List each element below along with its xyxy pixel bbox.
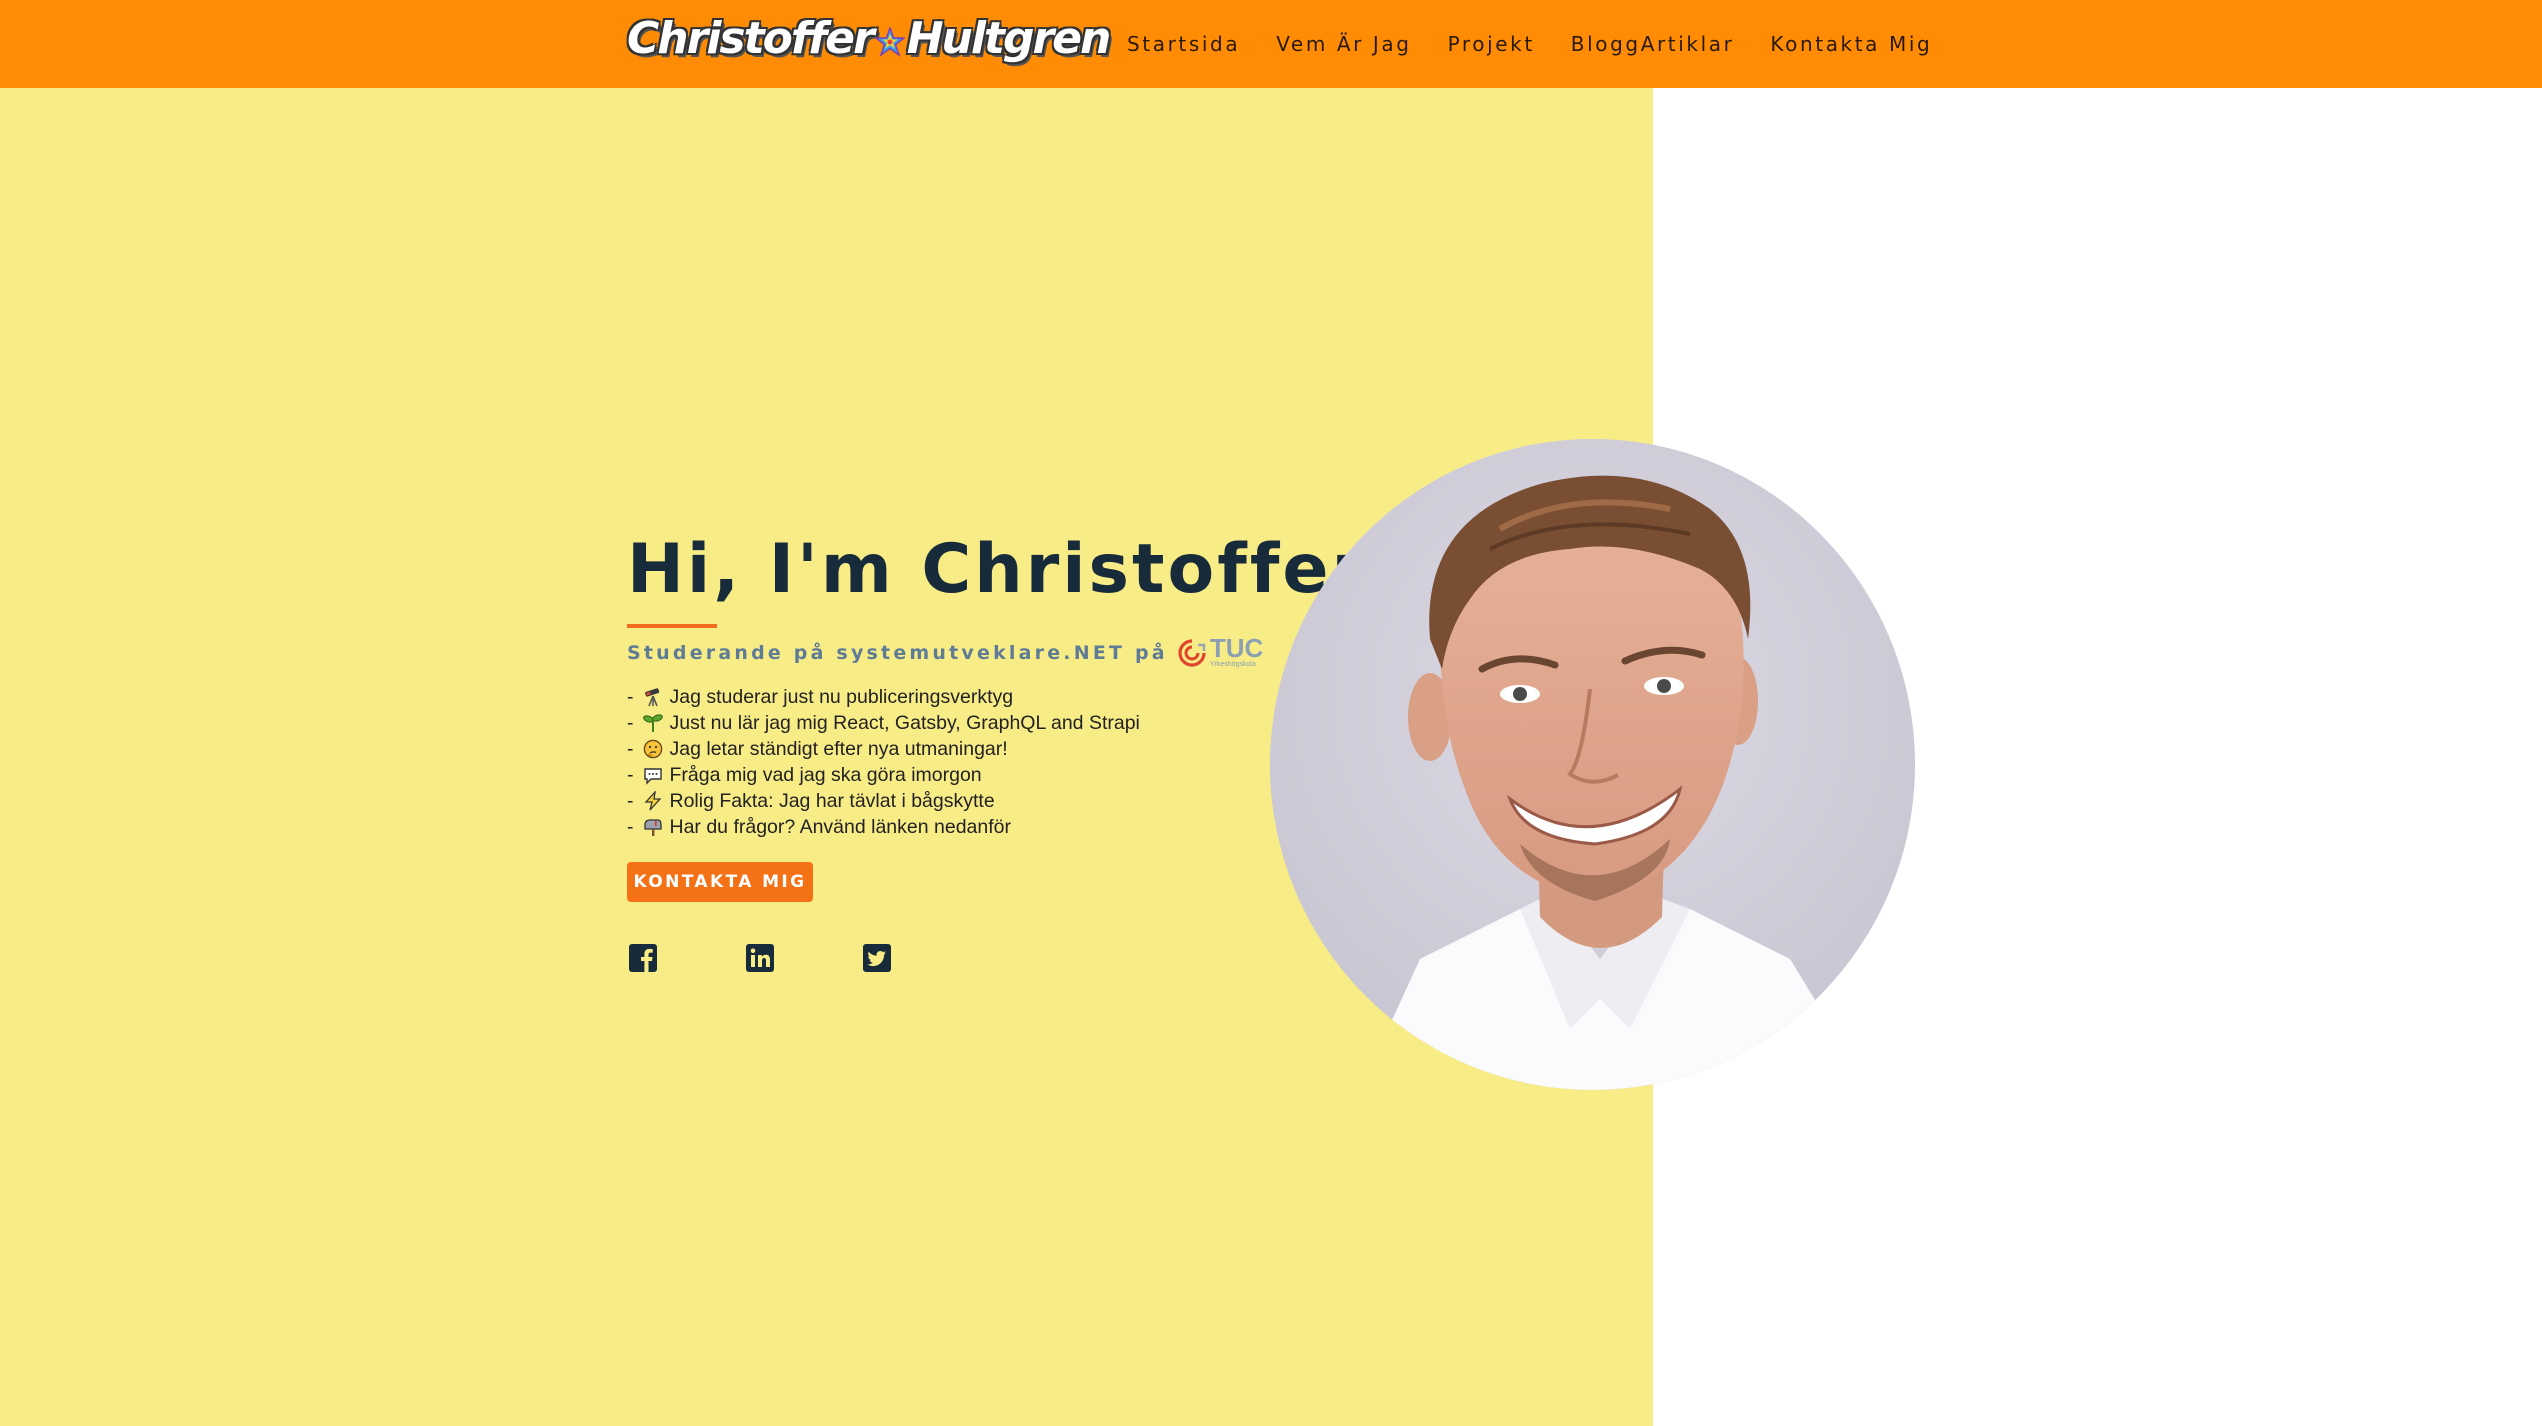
hero-title: Hi, I'm Christoffer	[627, 530, 1369, 609]
nav-startsida[interactable]: Startsida	[1127, 26, 1240, 62]
list-item: - Jag studerar just nu publiceringsverkt…	[627, 684, 1140, 710]
nav-bloggartiklar[interactable]: BloggArtiklar	[1571, 26, 1735, 62]
bullet-text: Jag letar ständigt efter nya utmaningar!	[669, 737, 1008, 760]
bullet-text: Rolig Fakta: Jag har tävlat i bågskytte	[669, 789, 995, 812]
list-item: - Har du frågor? Använd länken nedanför	[627, 814, 1140, 840]
list-item: - Rolig Fakta: Jag har tävlat i bågskytt…	[627, 788, 1140, 814]
bullet-dash: -	[627, 789, 634, 812]
list-item: - Just nu lär jag mig React, Gatsby, Gra…	[627, 710, 1140, 736]
bullet-text: Just nu lär jag mig React, Gatsby, Graph…	[669, 711, 1140, 734]
rainbow-star-icon	[874, 27, 905, 57]
tuc-subtext: Yrkeshögskola	[1209, 661, 1256, 668]
hero-bullet-list: - Jag studerar just nu publiceringsverkt…	[627, 684, 1140, 840]
tuc-name: TUC	[1209, 633, 1264, 663]
seedling-icon	[642, 712, 664, 734]
hero-subtitle: Studerande på systemutveklare.NET på	[627, 641, 1168, 664]
telescope-icon	[642, 686, 664, 708]
bullet-dash: -	[627, 737, 634, 760]
facebook-icon[interactable]	[628, 943, 658, 973]
bullet-dash: -	[627, 815, 634, 838]
thinking-face-icon	[642, 738, 664, 760]
bullet-text: Jag studerar just nu publiceringsverktyg	[669, 685, 1014, 708]
twitter-icon[interactable]	[862, 943, 892, 973]
bullet-text: Fråga mig vad jag ska göra imorgon	[669, 763, 982, 786]
linkedin-icon[interactable]	[745, 943, 775, 973]
bullet-dash: -	[627, 685, 634, 708]
nav-kontakta-mig[interactable]: Kontakta Mig	[1770, 26, 1932, 62]
logo-first-name: Christoffer	[627, 12, 875, 64]
logo-last-name: Hultgren	[906, 12, 1112, 64]
profile-photo	[1270, 439, 1915, 1090]
mailbox-icon	[642, 816, 664, 838]
title-underline	[627, 624, 717, 628]
tuc-school-logo: TUC Yrkeshögskola	[1176, 633, 1264, 669]
bullet-text: Har du frågor? Använd länken nedanför	[669, 815, 1012, 838]
contact-button[interactable]: KONTAKTA MIG	[627, 862, 813, 902]
list-item: - Fråga mig vad jag ska göra imorgon	[627, 762, 1140, 788]
site-header: Christoffer Hultgren Startsida Vem Är Ja…	[0, 0, 2542, 88]
main-nav: Startsida Vem Är Jag Projekt BloggArtikl…	[1127, 26, 1968, 62]
hero-subtitle-row: Studerande på systemutveklare.NET på TUC…	[627, 633, 1264, 669]
nav-vem-ar-jag[interactable]: Vem Är Jag	[1276, 26, 1411, 62]
list-item: - Jag letar ständigt efter nya utmaninga…	[627, 736, 1140, 762]
bullet-dash: -	[627, 763, 634, 786]
site-logo[interactable]: Christoffer Hultgren	[627, 6, 1112, 70]
tuc-swirl-icon	[1178, 638, 1206, 667]
bullet-dash: -	[627, 711, 634, 734]
speech-bubble-icon	[642, 764, 664, 786]
lightning-icon	[642, 790, 664, 812]
nav-projekt[interactable]: Projekt	[1448, 26, 1535, 62]
